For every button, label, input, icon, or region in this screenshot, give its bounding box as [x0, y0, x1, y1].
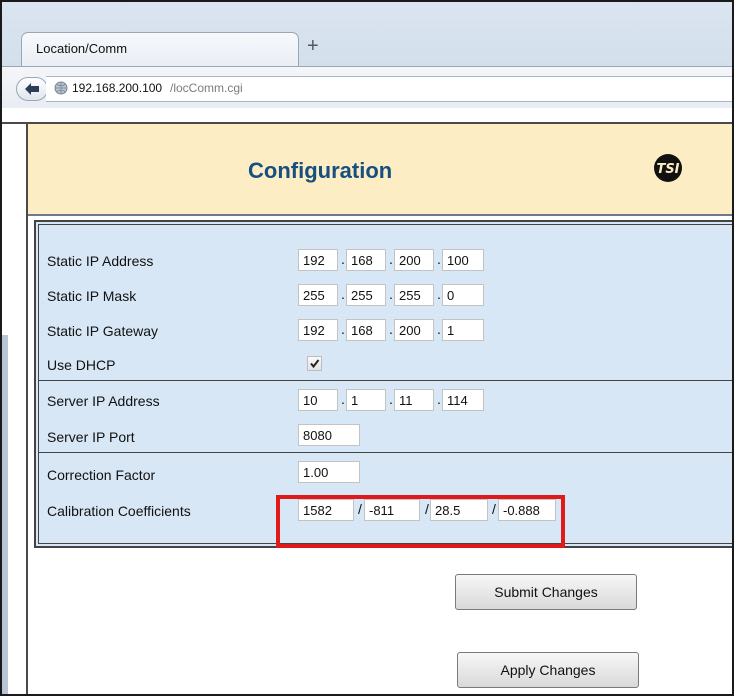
server-ip-label: Server IP Address — [47, 393, 160, 409]
static-gateway-label: Static IP Gateway — [47, 323, 159, 339]
svg-text:TSI: TSI — [656, 162, 679, 177]
navigation-bar: 192.168.200.100 /locComm.cgi — [2, 66, 732, 109]
back-button[interactable] — [16, 77, 48, 101]
static-ip-octet-1[interactable]: 192 — [298, 249, 338, 271]
url-host: 192.168.200.100 — [72, 81, 163, 95]
static-ip-octet-4[interactable]: 100 — [442, 249, 484, 271]
browser-chrome: Location/Comm + 192.168.200.100 /locComm… — [2, 2, 732, 109]
tsi-logo: TSI — [654, 154, 682, 182]
static-gateway-octet-1[interactable]: 192 — [298, 319, 338, 341]
static-mask-octet-3[interactable]: 255 — [394, 284, 434, 306]
address-bar[interactable]: 192.168.200.100 /locComm.cgi — [46, 76, 732, 102]
dot-separator: . — [389, 251, 393, 267]
url-path: /locComm.cgi — [170, 81, 243, 95]
dot-separator: . — [437, 391, 441, 407]
static-mask-label: Static IP Mask — [47, 288, 137, 304]
server-ip-octet-1[interactable]: 10 — [298, 389, 338, 411]
section-divider — [39, 380, 732, 381]
page-content: Configuration TSI Static IP Address 192 … — [2, 108, 732, 694]
static-gateway-octet-4[interactable]: 1 — [442, 319, 484, 341]
static-ip-octet-3[interactable]: 200 — [394, 249, 434, 271]
section-divider — [39, 452, 732, 453]
server-ip-octet-2[interactable]: 1 — [346, 389, 386, 411]
dot-separator: . — [341, 391, 345, 407]
dot-separator: . — [437, 251, 441, 267]
static-mask-octet-2[interactable]: 255 — [346, 284, 386, 306]
static-gateway-octet-3[interactable]: 200 — [394, 319, 434, 341]
checkmark-icon — [310, 359, 320, 369]
dot-separator: . — [389, 286, 393, 302]
correction-factor-input[interactable]: 1.00 — [298, 461, 360, 483]
correction-factor-label: Correction Factor — [47, 467, 156, 483]
use-dhcp-label: Use DHCP — [47, 357, 116, 373]
calibration-highlight-box — [276, 495, 565, 548]
calibration-coefficients-label: Calibration Coefficients — [47, 503, 191, 519]
dot-separator: . — [341, 251, 345, 267]
dot-separator: . — [341, 321, 345, 337]
apply-changes-button[interactable]: Apply Changes — [457, 652, 639, 688]
config-header: Configuration TSI — [28, 124, 732, 216]
static-ip-octet-2[interactable]: 168 — [346, 249, 386, 271]
use-dhcp-checkbox[interactable] — [307, 356, 322, 371]
new-tab-button[interactable]: + — [307, 35, 319, 58]
server-ip-octet-3[interactable]: 11 — [394, 389, 434, 411]
dot-separator: . — [341, 286, 345, 302]
submit-changes-button[interactable]: Submit Changes — [455, 574, 637, 610]
browser-tab[interactable]: Location/Comm — [21, 32, 299, 67]
browser-window: Location/Comm + 192.168.200.100 /locComm… — [0, 0, 734, 696]
tab-title: Location/Comm — [36, 41, 128, 56]
page-title: Configuration — [248, 158, 393, 183]
static-mask-octet-4[interactable]: 0 — [442, 284, 484, 306]
back-arrow-icon — [25, 83, 39, 95]
static-mask-octet-1[interactable]: 255 — [298, 284, 338, 306]
dot-separator: . — [389, 321, 393, 337]
dot-separator: . — [437, 321, 441, 337]
static-ip-label: Static IP Address — [47, 253, 154, 269]
dot-separator: . — [389, 391, 393, 407]
server-port-input[interactable]: 8080 — [298, 424, 360, 446]
server-port-label: Server IP Port — [47, 429, 135, 445]
divider — [2, 335, 8, 694]
static-gateway-octet-2[interactable]: 168 — [346, 319, 386, 341]
globe-icon — [54, 81, 68, 95]
dot-separator: . — [437, 286, 441, 302]
server-ip-octet-4[interactable]: 114 — [442, 389, 484, 411]
